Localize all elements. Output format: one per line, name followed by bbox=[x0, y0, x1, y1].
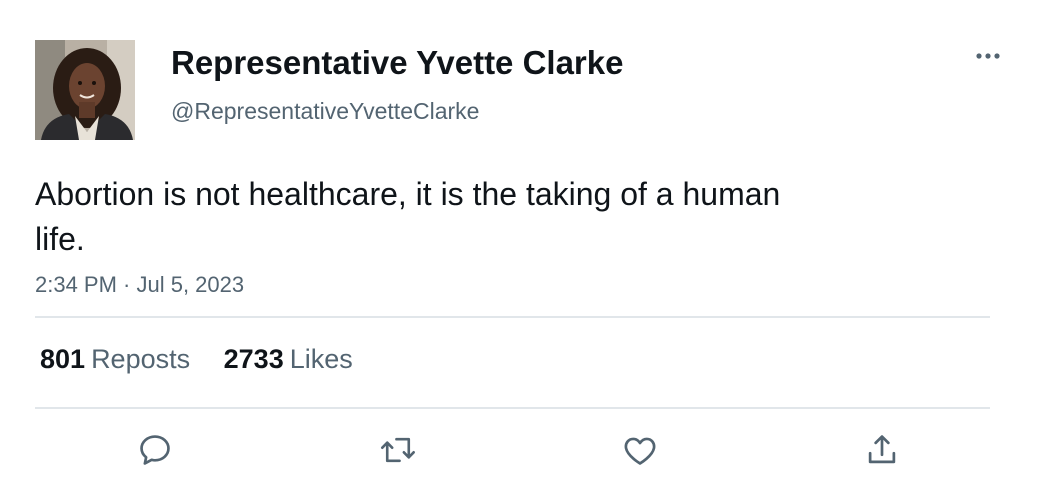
divider bbox=[35, 316, 990, 318]
divider bbox=[35, 407, 990, 409]
like-icon bbox=[624, 437, 656, 465]
tweet-text: Abortion is not healthcare, it is the ta… bbox=[35, 176, 781, 257]
likes-stat[interactable]: 2733 Likes bbox=[224, 344, 353, 374]
repost-icon bbox=[381, 437, 415, 463]
more-options-icon[interactable] bbox=[968, 42, 1008, 70]
avatar[interactable] bbox=[35, 40, 135, 140]
avatar-photo bbox=[35, 40, 135, 140]
engagement-stats: 801 Reposts 2733 Likes bbox=[40, 343, 379, 375]
reposts-label: Reposts bbox=[91, 344, 191, 374]
display-name[interactable]: Representative Yvette Clarke bbox=[171, 44, 623, 82]
like-button[interactable] bbox=[620, 430, 660, 470]
user-handle[interactable]: @RepresentativeYvetteClarke bbox=[171, 97, 479, 125]
tweet-timestamp[interactable]: 2:34 PM · Jul 5, 2023 bbox=[35, 271, 244, 299]
share-icon bbox=[868, 435, 896, 464]
reposts-stat[interactable]: 801 Reposts bbox=[40, 344, 190, 374]
likes-label: Likes bbox=[289, 344, 353, 374]
share-button[interactable] bbox=[862, 430, 902, 470]
reply-icon bbox=[140, 435, 170, 465]
reply-button[interactable] bbox=[135, 430, 175, 470]
reposts-count: 801 bbox=[40, 344, 86, 374]
repost-button[interactable] bbox=[378, 430, 418, 470]
likes-count: 2733 bbox=[223, 344, 284, 374]
tweet-card: Representative Yvette Clarke @Representa… bbox=[0, 0, 1050, 480]
